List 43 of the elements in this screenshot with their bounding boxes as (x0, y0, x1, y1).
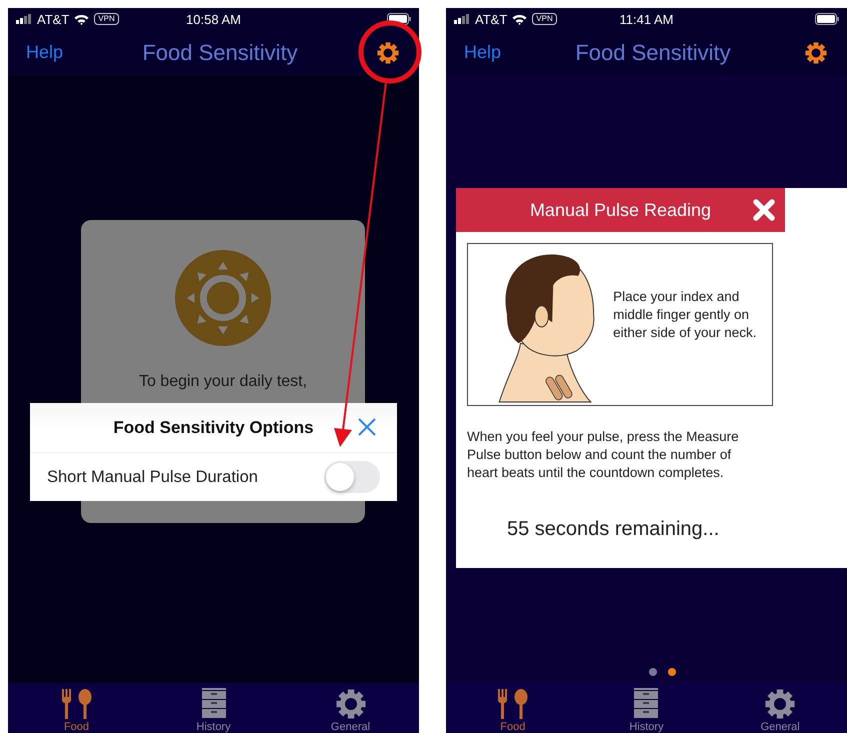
toggle-switch[interactable] (324, 461, 380, 493)
carrier-name: AT&T (475, 12, 508, 26)
carrier-name: AT&T (37, 12, 70, 26)
screen-title: Food Sensitivity (575, 40, 731, 66)
gear-icon (336, 689, 366, 719)
tab-bar-item[interactable]: History (601, 688, 692, 733)
fork-spoon-icon (496, 689, 529, 719)
sheet-title: Food Sensitivity Options (113, 418, 314, 438)
help-link[interactable]: Help (26, 42, 64, 63)
vpn-badge: VPN (532, 13, 557, 25)
option-label: Short Manual Pulse Duration (47, 468, 258, 486)
popup-title: Manual Pulse Reading (530, 200, 712, 220)
fork-spoon-icon (60, 689, 92, 719)
settings-icon[interactable] (804, 42, 827, 64)
tab-bar-item[interactable]: General (735, 689, 826, 733)
battery-icon (387, 13, 411, 25)
gear-icon (765, 689, 796, 719)
signal-icon (16, 14, 32, 24)
status-time: 10:58 AM (186, 12, 241, 26)
vpn-badge: VPN (94, 13, 119, 25)
tab-bar-item[interactable]: Food (32, 689, 122, 733)
drawers-icon (202, 688, 226, 719)
page-dot[interactable] (649, 668, 657, 676)
page-dot[interactable] (668, 668, 676, 676)
wifi-icon (512, 14, 528, 24)
illustration-caption: Place your index and middle finger gently on either side of your neck. (613, 288, 758, 342)
signal-icon (454, 14, 470, 24)
wifi-icon (74, 14, 90, 24)
card-text-line: To begin your daily test, (138, 372, 308, 392)
tab-bar-item[interactable]: Food (468, 689, 558, 733)
highlight-circle (358, 20, 422, 84)
battery-icon (815, 13, 839, 25)
tab-bar-item[interactable]: General (306, 689, 396, 733)
countdown-text: 55 seconds remaining... (507, 518, 720, 541)
status-time: 11:41 AM (620, 12, 674, 26)
drawers-icon (634, 688, 658, 719)
close-icon[interactable] (357, 417, 377, 437)
tab-bar-item[interactable]: History (168, 688, 258, 733)
instructions-text: When you feel your pulse, press the Measure Pulse button below and count the number of heart beats until the countdown completes. (467, 428, 740, 482)
screen-title: Food Sensitivity (142, 40, 298, 66)
help-link[interactable]: Help (464, 42, 502, 63)
sun-icon (174, 249, 272, 347)
settings-icon[interactable] (376, 42, 399, 64)
